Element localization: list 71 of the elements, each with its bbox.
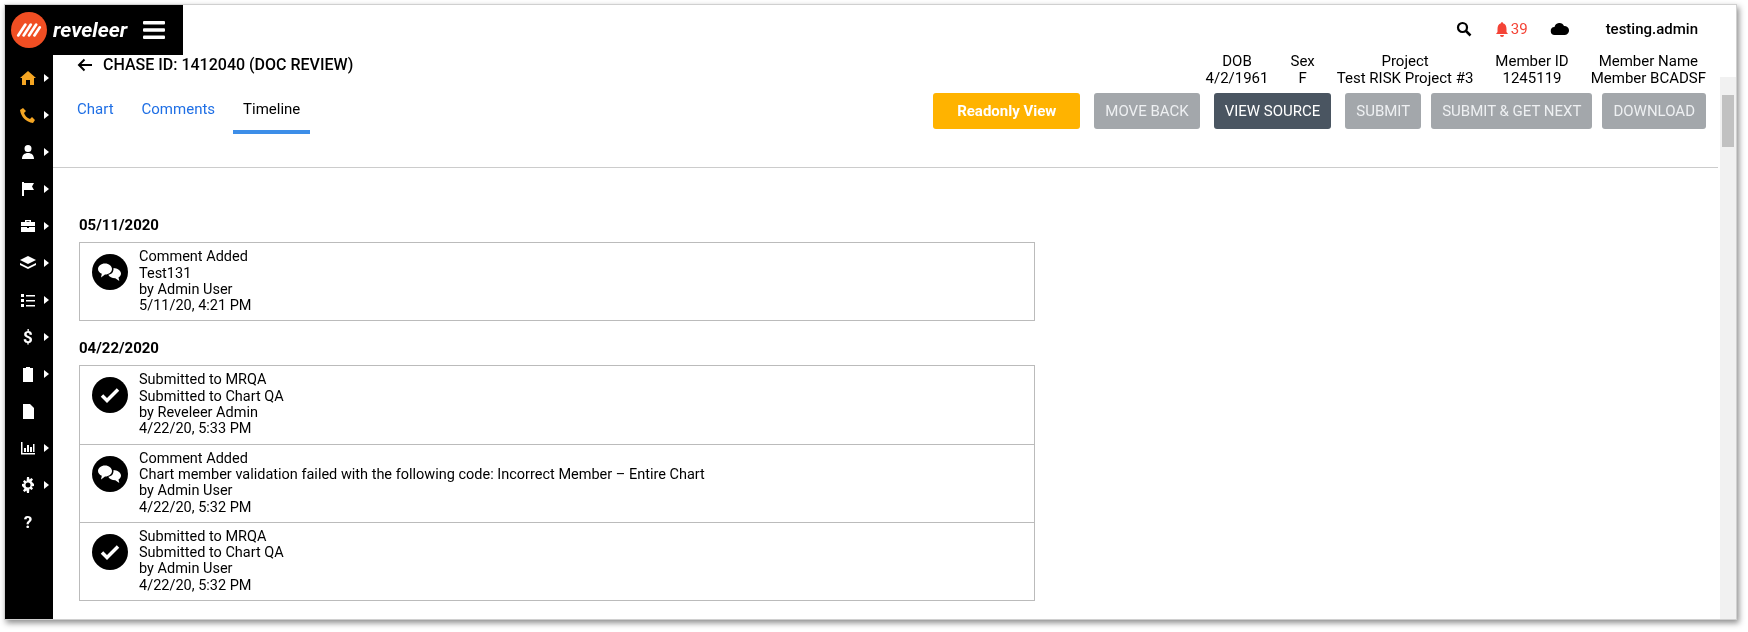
user-name[interactable]: testing.admin: [1605, 20, 1698, 39]
info-value: Test RISK Project #3: [1336, 70, 1474, 88]
info-label: DOB: [1222, 53, 1252, 71]
event-author: by Reveleer Admin: [139, 405, 259, 422]
event-author: by Admin User: [139, 561, 234, 578]
caret-icon[interactable]: [44, 258, 49, 267]
event-title: Submitted to MRQA: [139, 372, 268, 389]
info-value: 1245119: [1502, 70, 1562, 88]
event-title: Submitted to MRQA: [139, 528, 268, 546]
flag-icon[interactable]: [20, 180, 36, 197]
check-icon: [92, 377, 128, 414]
info-label: Project: [1381, 53, 1429, 71]
event-time: 4/22/20, 5:33 PM: [139, 421, 253, 438]
comments-icon: [92, 455, 128, 492]
info-value: 4/2/1961: [1205, 70, 1269, 88]
caret-icon[interactable]: [44, 443, 49, 452]
caret-icon[interactable]: [44, 295, 49, 304]
back-arrow-icon[interactable]: [77, 57, 93, 72]
action-button[interactable]: VIEW SOURCE: [1213, 93, 1332, 130]
scrollbar[interactable]: [1720, 77, 1736, 619]
cloud-icon[interactable]: [1549, 21, 1570, 38]
info-label: Member ID: [1495, 53, 1569, 71]
menu-icon[interactable]: [143, 21, 166, 39]
info-label: Member Name: [1598, 53, 1698, 71]
phone-icon[interactable]: [20, 106, 36, 123]
info-label: Sex: [1290, 53, 1315, 71]
caret-icon[interactable]: [44, 221, 49, 230]
page-title: CHASE ID: 1412040 (DOC REVIEW): [103, 55, 354, 75]
caret-icon[interactable]: [44, 332, 49, 341]
caret-icon[interactable]: [44, 369, 49, 378]
checklist-icon[interactable]: [20, 291, 36, 308]
logo-icon: [11, 12, 47, 48]
info-value: Member BCADSF: [1590, 70, 1706, 88]
tab[interactable]: Timeline: [233, 94, 311, 135]
caret-icon[interactable]: [44, 480, 49, 489]
event-author: by Admin User: [139, 483, 234, 500]
layers-icon[interactable]: [20, 254, 36, 271]
comments-icon: [92, 254, 128, 291]
info-value: F: [1298, 70, 1307, 88]
settings-icon[interactable]: [20, 476, 36, 493]
event-author: by Admin User: [139, 281, 234, 299]
help-sign[interactable]: ?: [20, 511, 36, 532]
person-icon[interactable]: [20, 143, 36, 160]
event-detail: Test131: [139, 265, 193, 282]
tab[interactable]: Comments: [141, 94, 216, 135]
event-detail: Submitted to Chart QA: [139, 388, 284, 406]
event-detail: Submitted to Chart QA: [139, 545, 284, 562]
caret-icon[interactable]: [44, 110, 49, 119]
document-icon[interactable]: [20, 402, 36, 419]
caret-icon[interactable]: [44, 147, 49, 156]
brand-name: reveleer: [53, 18, 128, 42]
notification-count[interactable]: 39: [1510, 20, 1528, 39]
event-time: 5/11/20, 4:21 PM: [139, 298, 252, 315]
tab[interactable]: Chart: [77, 94, 114, 135]
bell-icon[interactable]: [1493, 21, 1510, 38]
dollar-sign[interactable]: $: [20, 326, 36, 347]
date-heading: 04/22/2020: [79, 339, 160, 358]
event-time: 4/22/20, 5:32 PM: [139, 499, 253, 516]
event-title: Comment Added: [139, 450, 249, 467]
search-icon[interactable]: [1455, 21, 1472, 38]
event-title: Comment Added: [139, 249, 249, 266]
caret-icon[interactable]: [44, 73, 49, 82]
briefcase-icon[interactable]: [20, 217, 36, 234]
bar-chart-icon[interactable]: [20, 439, 36, 456]
caret-icon[interactable]: [44, 184, 49, 193]
date-heading: 05/11/2020: [79, 216, 160, 235]
home-icon[interactable]: [20, 69, 36, 86]
clipboard-icon[interactable]: [20, 365, 36, 382]
event-detail: Chart member validation failed with the following code: Incorrect Member – Entire Chart: [139, 466, 705, 484]
check-icon: [92, 533, 128, 570]
event-time: 4/22/20, 5:32 PM: [139, 577, 253, 594]
